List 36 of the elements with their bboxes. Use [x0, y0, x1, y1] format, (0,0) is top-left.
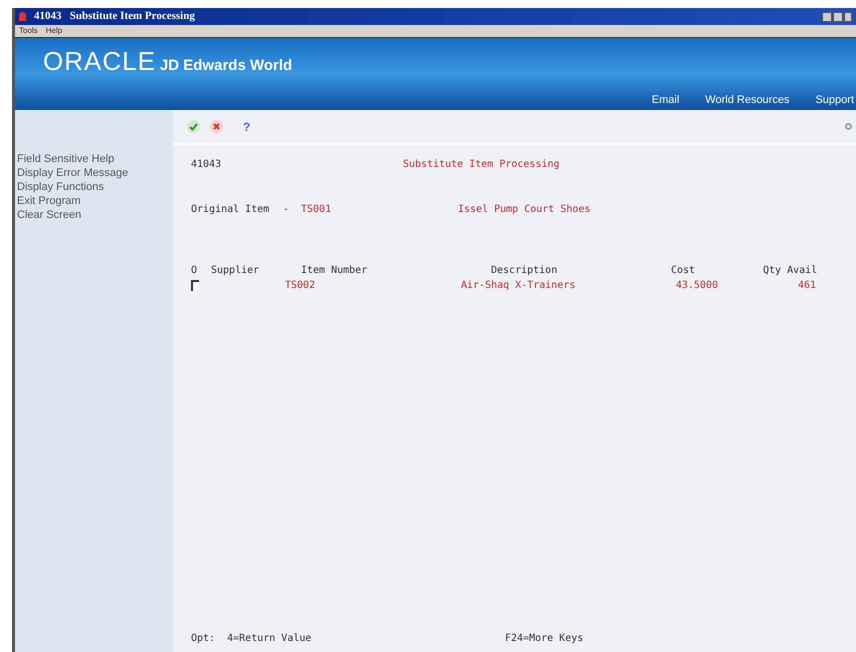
- column-header: O: [191, 264, 198, 278]
- column-header: Item Number: [301, 264, 368, 278]
- original-item-description: Issel Pump Court Shoes: [458, 203, 590, 217]
- menu-item[interactable]: Help: [46, 25, 62, 37]
- options-legend: Opt: 4=Return Value: [191, 631, 505, 646]
- table-cell-text: TS002: [285, 279, 316, 293]
- cancel-icon[interactable]: [210, 120, 223, 133]
- sidebar-item[interactable]: Exit Program: [17, 194, 173, 208]
- window-title: 41043 Substitute Item Processing: [34, 9, 195, 24]
- function-keys-legend: F24=More Keys: [505, 631, 584, 646]
- oracle-logo: ORACLE: [43, 48, 156, 74]
- sidebar-item[interactable]: Field Sensitive Help: [17, 152, 173, 166]
- check-icon[interactable]: [187, 120, 200, 133]
- table-cell-text: Air-Shaq X-Trainers: [461, 279, 576, 293]
- product-name: JD Edwards World: [160, 56, 292, 76]
- form-title: Substitute Item Processing: [403, 158, 560, 172]
- menu-item[interactable]: Tools: [19, 25, 38, 37]
- window-controls-icon[interactable]: [822, 12, 852, 22]
- help-button[interactable]: ?: [243, 118, 250, 136]
- banner-link[interactable]: Email: [652, 92, 680, 108]
- option-field[interactable]: [191, 280, 199, 291]
- field-label: Original Item: [191, 203, 270, 217]
- column-header: Description: [491, 264, 558, 278]
- sidebar-item[interactable]: Display Functions: [17, 180, 173, 194]
- table-cell-text: 461: [796, 279, 816, 293]
- banner-link[interactable]: World Resources: [705, 92, 790, 108]
- program-number: 41043: [191, 158, 222, 172]
- sidebar-item[interactable]: Display Error Message: [17, 166, 173, 180]
- column-header: Qty Avail: [763, 264, 816, 278]
- column-header: Supplier: [211, 264, 260, 278]
- original-item-value: TS001: [301, 203, 332, 217]
- field-separator: -: [283, 203, 290, 217]
- banner-link[interactable]: Support: [815, 92, 854, 108]
- table-cell-text: 43.5000: [674, 279, 718, 293]
- column-header: Cost: [671, 264, 696, 278]
- sidebar-item[interactable]: Clear Screen: [17, 208, 173, 222]
